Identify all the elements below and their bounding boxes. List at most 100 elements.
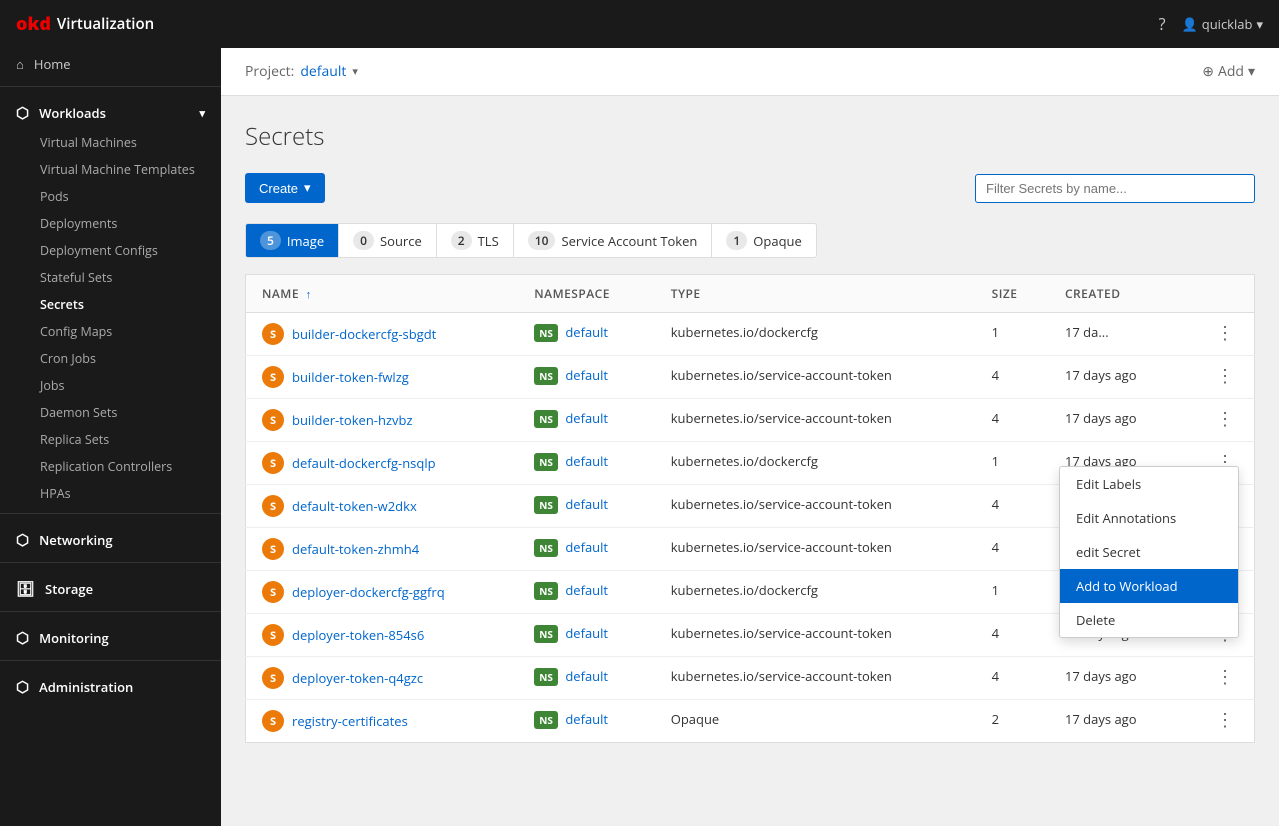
filter-tab-opaque[interactable]: 1Opaque bbox=[712, 224, 815, 257]
tab-label: Source bbox=[380, 232, 422, 250]
project-selector: Project: default ▾ bbox=[245, 62, 358, 81]
namespace-link[interactable]: default bbox=[565, 366, 608, 384]
kebab-menu-button[interactable]: ⋮ bbox=[1212, 667, 1238, 688]
secret-type-cell: kubernetes.io/service-account-token bbox=[655, 657, 976, 700]
secret-name-link[interactable]: S deployer-token-q4gzc bbox=[262, 667, 502, 689]
namespace-link[interactable]: default bbox=[565, 581, 608, 599]
namespace-link[interactable]: default bbox=[565, 452, 608, 470]
col-size[interactable]: SIZE bbox=[976, 275, 1049, 313]
namespace-link[interactable]: default bbox=[565, 323, 608, 341]
sidebar-item-replica-sets[interactable]: Replica Sets bbox=[0, 426, 221, 453]
col-namespace[interactable]: NAMESPACE bbox=[518, 275, 654, 313]
filter-tab-image[interactable]: 5Image bbox=[246, 224, 339, 257]
col-type[interactable]: TYPE bbox=[655, 275, 976, 313]
kebab-menu-button[interactable]: ⋮ bbox=[1212, 366, 1238, 387]
secret-name-link[interactable]: S default-token-w2dkx bbox=[262, 495, 502, 517]
add-button[interactable]: ⊕ Add ▾ bbox=[1202, 62, 1255, 81]
filter-tab-tls[interactable]: 2TLS bbox=[437, 224, 514, 257]
secret-namespace-cell: NS default bbox=[518, 399, 654, 442]
kebab-menu-button[interactable]: ⋮ bbox=[1212, 409, 1238, 430]
sidebar-item-secrets[interactable]: Secrets bbox=[0, 291, 221, 318]
filter-tab-service-account-token[interactable]: 10Service Account Token bbox=[514, 224, 713, 257]
namespace-link[interactable]: default bbox=[565, 538, 608, 556]
secret-name-link[interactable]: S deployer-token-854s6 bbox=[262, 624, 502, 646]
sidebar-item-jobs[interactable]: Jobs bbox=[0, 372, 221, 399]
sidebar-item-replication-controllers[interactable]: Replication Controllers bbox=[0, 453, 221, 480]
context-menu-item-add-to-workload[interactable]: Add to Workload bbox=[1060, 569, 1238, 603]
secret-name-link[interactable]: S builder-dockercfg-sbgdt bbox=[262, 323, 502, 345]
table-row: S registry-certificates NS default Opaqu… bbox=[246, 700, 1255, 743]
secret-name-link[interactable]: S default-token-zhmh4 bbox=[262, 538, 502, 560]
sidebar-item-hpas[interactable]: HPAs bbox=[0, 480, 221, 507]
namespace-link[interactable]: default bbox=[565, 624, 608, 642]
sidebar-section-storage[interactable]: 🗄 Storage bbox=[0, 569, 221, 605]
secret-created-cell: 17 days ago bbox=[1049, 700, 1180, 743]
namespace-badge: NS bbox=[534, 668, 558, 686]
secret-name-cell: S deployer-dockercfg-ggfrq bbox=[246, 571, 519, 614]
context-menu-item-edit-secret[interactable]: edit Secret bbox=[1060, 535, 1238, 569]
sidebar-item-config-maps[interactable]: Config Maps bbox=[0, 318, 221, 345]
namespace-link[interactable]: default bbox=[565, 495, 608, 513]
sidebar-item-deployment-configs[interactable]: Deployment Configs bbox=[0, 237, 221, 264]
col-created[interactable]: CREATED bbox=[1049, 275, 1180, 313]
sidebar-item-deployments[interactable]: Deployments bbox=[0, 210, 221, 237]
sidebar-item-cron-jobs[interactable]: Cron Jobs bbox=[0, 345, 221, 372]
filter-input[interactable] bbox=[975, 174, 1255, 203]
app-logo[interactable]: okd Virtualization bbox=[16, 12, 154, 36]
secret-size-cell: 4 bbox=[976, 485, 1049, 528]
help-icon[interactable]: ? bbox=[1159, 13, 1166, 35]
secret-actions-cell: ⋮ bbox=[1180, 700, 1254, 743]
secret-created-cell: 17 da... bbox=[1049, 313, 1180, 356]
context-menu-item-delete[interactable]: Delete bbox=[1060, 603, 1238, 637]
context-menu-item-edit-annotations[interactable]: Edit Annotations bbox=[1060, 501, 1238, 535]
namespace-link[interactable]: default bbox=[565, 667, 608, 685]
secret-actions-cell: ⋮ bbox=[1180, 356, 1254, 399]
secret-name-link[interactable]: S default-dockercfg-nsqlp bbox=[262, 452, 502, 474]
sidebar-section-workloads[interactable]: ⬡ Workloads ▾ bbox=[0, 93, 221, 129]
kebab-menu-button[interactable]: ⋮ bbox=[1212, 323, 1238, 344]
sidebar-item-daemon-sets[interactable]: Daemon Sets bbox=[0, 399, 221, 426]
tab-label: Opaque bbox=[753, 232, 802, 250]
storage-icon: 🗄 bbox=[16, 579, 35, 599]
namespace-link[interactable]: default bbox=[565, 409, 608, 427]
project-name[interactable]: default bbox=[300, 62, 346, 81]
sidebar-section-networking[interactable]: ⬡ Networking bbox=[0, 520, 221, 556]
secret-size-cell: 4 bbox=[976, 657, 1049, 700]
secret-namespace-cell: NS default bbox=[518, 528, 654, 571]
sidebar-item-pods[interactable]: Pods bbox=[0, 183, 221, 210]
col-name[interactable]: NAME ↑ bbox=[246, 275, 519, 313]
sidebar-administration-label: Administration bbox=[39, 678, 133, 696]
secret-created-cell: 17 days ago bbox=[1049, 356, 1180, 399]
table-row: S deployer-token-q4gzc NS default kubern… bbox=[246, 657, 1255, 700]
sidebar-section-monitoring[interactable]: ⬡ Monitoring bbox=[0, 618, 221, 654]
user-menu[interactable]: 👤 quicklab ▾ bbox=[1182, 15, 1263, 33]
app-name: Virtualization bbox=[57, 14, 154, 34]
kebab-menu-button[interactable]: ⋮ bbox=[1212, 710, 1238, 731]
networking-icon: ⬡ bbox=[16, 530, 29, 550]
sidebar-item-virtual-machines[interactable]: Virtual Machines bbox=[0, 129, 221, 156]
secret-size-cell: 4 bbox=[976, 356, 1049, 399]
secret-type-cell: kubernetes.io/service-account-token bbox=[655, 399, 976, 442]
filter-tabs: 5Image 0 Source 2TLS10Service Account Token… bbox=[245, 223, 817, 258]
user-chevron-icon: ▾ bbox=[1256, 15, 1263, 33]
sidebar-item-stateful-sets[interactable]: Stateful Sets bbox=[0, 264, 221, 291]
create-button[interactable]: Create ▾ bbox=[245, 173, 325, 203]
filter-tab-source[interactable]: 0 Source bbox=[339, 224, 437, 257]
project-label: Project: bbox=[245, 62, 294, 81]
main-content: Secrets Create ▾ 5Image0Source2TLS10Serv… bbox=[221, 96, 1279, 826]
secret-size-cell: 4 bbox=[976, 399, 1049, 442]
secret-name-cell: S default-token-zhmh4 bbox=[246, 528, 519, 571]
context-menu-item-edit-labels[interactable]: Edit Labels bbox=[1060, 467, 1238, 501]
sidebar-item-virtual-machine-templates[interactable]: Virtual Machine Templates bbox=[0, 156, 221, 183]
sidebar-item-home[interactable]: ⌂ Home bbox=[0, 48, 221, 80]
sidebar-section-administration[interactable]: ⬡ Administration bbox=[0, 667, 221, 703]
namespace-badge: NS bbox=[534, 496, 558, 514]
username: quicklab bbox=[1202, 15, 1253, 33]
secret-name-link[interactable]: S builder-token-hzvbz bbox=[262, 409, 502, 431]
tab-count: 0 bbox=[353, 231, 374, 250]
secret-name-link[interactable]: S registry-certificates bbox=[262, 710, 502, 732]
secret-name-link[interactable]: S deployer-dockercfg-ggfrq bbox=[262, 581, 502, 603]
namespace-link[interactable]: default bbox=[565, 710, 608, 728]
secret-name-link[interactable]: S builder-token-fwlzg bbox=[262, 366, 502, 388]
sidebar: ⌂ Home ⬡ Workloads ▾ Virtual Machines Vi… bbox=[0, 48, 221, 826]
